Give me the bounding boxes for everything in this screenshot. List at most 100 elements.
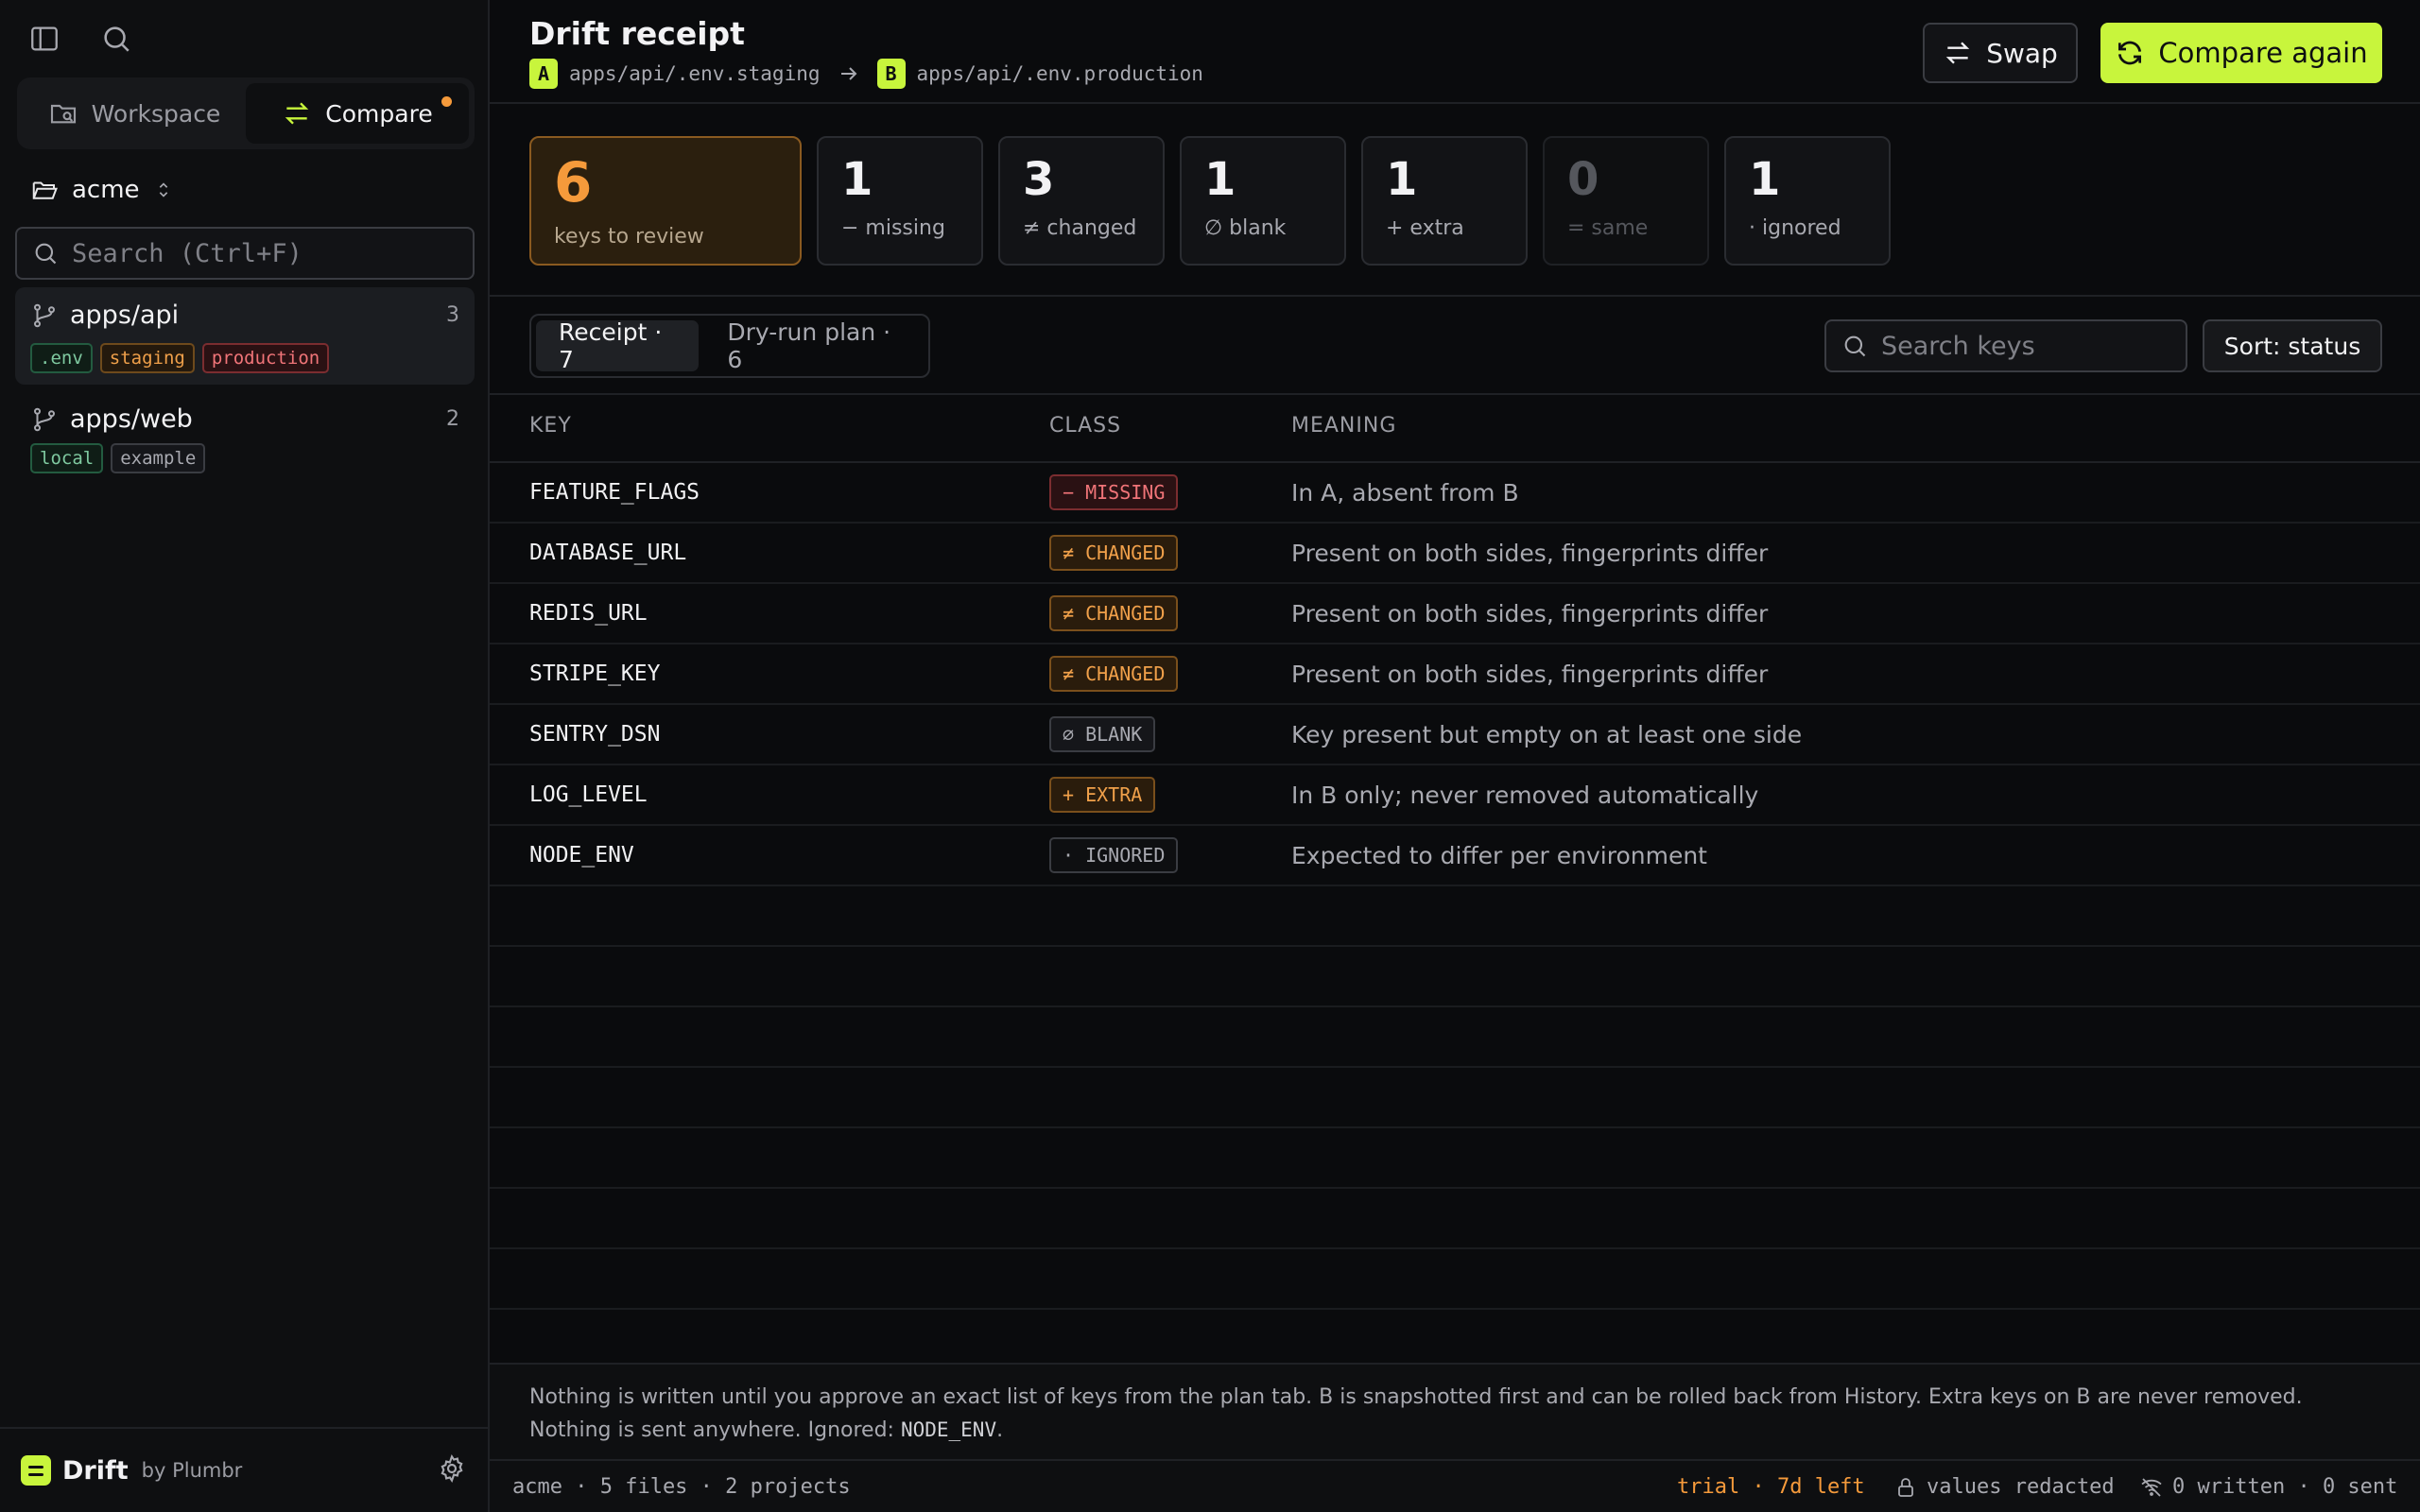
search-icon	[35, 243, 57, 265]
search-icon[interactable]	[100, 23, 132, 55]
key-search-input[interactable]: Search keys	[1824, 319, 2187, 372]
stat-changed[interactable]: 3 ≠ changed	[998, 136, 1165, 266]
search-icon	[1844, 335, 1866, 357]
stat-label: ≠ changed	[1023, 215, 1137, 240]
row-key: STRIPE_KEY	[529, 662, 661, 686]
workspace-name: acme	[72, 176, 140, 204]
network-label: 0 written · 0 sent	[2172, 1475, 2398, 1499]
table-row[interactable]: STRIPE_KEY ≠ CHANGED Present on both sid…	[490, 644, 2420, 705]
notification-dot	[441, 96, 452, 107]
sidebar-search-placeholder: Search (Ctrl+F)	[72, 238, 302, 268]
table-row[interactable]: LOG_LEVEL + EXTRA In B only; never remov…	[490, 765, 2420, 826]
table-header: KEY CLASS MEANING	[490, 395, 2420, 463]
swap-arrows-icon	[1945, 42, 1970, 64]
stat-blank[interactable]: 1 ∅ blank	[1180, 136, 1346, 266]
main-panel: Drift receipt A apps/api/.env.staging B …	[490, 0, 2420, 1512]
table-row[interactable]: FEATURE_FLAGS − MISSING In A, absent fro…	[490, 463, 2420, 524]
table-row[interactable]: DATABASE_URL ≠ CHANGED Present on both s…	[490, 524, 2420, 584]
empty-row	[490, 1189, 2420, 1249]
tab-compare[interactable]: Compare	[246, 83, 469, 144]
stat-same[interactable]: 0 = same	[1543, 136, 1709, 266]
swap-button[interactable]: Swap	[1923, 23, 2078, 83]
class-badge: ∅ BLANK	[1049, 716, 1156, 752]
mode-switcher: Workspace Compare	[17, 77, 475, 149]
project-name: apps/web	[70, 404, 193, 434]
project-item-apps-api[interactable]: apps/api 3 .env staging production	[15, 287, 475, 385]
class-badge: − MISSING	[1049, 474, 1179, 510]
tab-receipt[interactable]: Receipt · 7	[536, 318, 700, 373]
sort-button[interactable]: Sort: status	[2203, 319, 2382, 372]
network-status: 0 written · 0 sent	[2140, 1475, 2397, 1499]
stat-ignored[interactable]: 1 · ignored	[1724, 136, 1891, 266]
stat-value: 3	[1023, 153, 1055, 206]
notice-line-2-end: .	[996, 1418, 1004, 1442]
row-key: FEATURE_FLAGS	[529, 480, 700, 505]
sidebar-footer: Drift by Plumbr	[0, 1427, 488, 1512]
table-row[interactable]: SENTRY_DSN ∅ BLANK Key present but empty…	[490, 705, 2420, 765]
tab-dry-run-plan[interactable]: Dry-run plan · 6	[704, 318, 924, 373]
column-header-class[interactable]: CLASS	[1049, 414, 1121, 438]
wifi-off-icon	[2141, 1477, 2162, 1497]
empty-row	[490, 886, 2420, 947]
sidebar-toggle-icon[interactable]	[28, 23, 60, 55]
row-meaning: In B only; never removed automatically	[1291, 782, 1759, 809]
trial-status[interactable]: trial · 7d left	[1677, 1475, 1865, 1499]
empty-row	[490, 1249, 2420, 1310]
row-meaning: Key present but empty on at least one si…	[1291, 721, 1803, 748]
stat-label: = same	[1567, 215, 1649, 240]
sidebar: Workspace Compare acme Search (Ctrl+F) a…	[0, 0, 490, 1512]
table-row[interactable]: REDIS_URL ≠ CHANGED Present on both side…	[490, 584, 2420, 644]
compare-breadcrumb: A apps/api/.env.staging B apps/api/.env.…	[529, 59, 1203, 89]
summary-stats: 6 keys to review 1 − missing 3 ≠ changed…	[529, 136, 1891, 266]
row-key: SENTRY_DSN	[529, 722, 661, 747]
view-tabs: Receipt · 7 Dry-run plan · 6	[529, 314, 930, 378]
stat-keys-to-review[interactable]: 6 keys to review	[529, 136, 802, 266]
class-badge: ≠ CHANGED	[1049, 595, 1179, 631]
sidebar-search-input[interactable]: Search (Ctrl+F)	[15, 227, 475, 280]
file-chip[interactable]: local	[30, 443, 104, 473]
empty-row	[490, 947, 2420, 1007]
swap-button-label: Swap	[1986, 37, 2058, 69]
stat-label: − missing	[841, 215, 945, 240]
side-a-path: apps/api/.env.staging	[569, 62, 821, 85]
project-count: 2	[446, 407, 459, 431]
gear-icon[interactable]	[437, 1453, 467, 1487]
row-key: DATABASE_URL	[529, 541, 687, 565]
stat-label: ∅ blank	[1204, 215, 1287, 240]
project-item-apps-web[interactable]: apps/web 2 local example	[15, 391, 475, 485]
status-summary: acme · 5 files · 2 projects	[512, 1475, 851, 1499]
class-badge: + EXTRA	[1049, 777, 1156, 813]
project-count: 3	[446, 303, 459, 327]
column-header-key[interactable]: KEY	[529, 414, 572, 438]
column-header-meaning[interactable]: MEANING	[1291, 414, 1396, 438]
row-meaning: In A, absent from B	[1291, 479, 1519, 507]
stat-missing[interactable]: 1 − missing	[817, 136, 983, 266]
notice-line-1: Nothing is written until you approve an …	[529, 1385, 2303, 1409]
stat-value: 1	[1386, 153, 1418, 206]
stat-value: 0	[1567, 153, 1599, 206]
class-badge: ≠ CHANGED	[1049, 535, 1179, 571]
stat-extra[interactable]: 1 + extra	[1361, 136, 1528, 266]
file-chip[interactable]: staging	[99, 343, 195, 373]
drift-logo-icon	[21, 1455, 51, 1486]
table-row[interactable]: NODE_ENV · IGNORED Expected to differ pe…	[490, 826, 2420, 886]
compare-again-button[interactable]: Compare again	[2100, 23, 2382, 83]
file-chip[interactable]: production	[201, 343, 330, 373]
status-bar: acme · 5 files · 2 projects trial · 7d l…	[490, 1459, 2420, 1512]
git-branch-icon	[34, 407, 55, 431]
stat-value: 1	[841, 153, 873, 206]
brand-by: by Plumbr	[141, 1459, 243, 1482]
file-chip[interactable]: .env	[30, 343, 93, 373]
row-key: REDIS_URL	[529, 601, 648, 626]
row-meaning: Expected to differ per environment	[1291, 842, 1707, 869]
file-chip[interactable]: example	[111, 443, 206, 473]
workspace-selector[interactable]: acme	[30, 176, 174, 204]
arrow-right-icon	[840, 67, 856, 80]
tab-workspace[interactable]: Workspace	[23, 83, 246, 144]
stat-label: · ignored	[1749, 215, 1841, 240]
git-branch-icon	[34, 303, 55, 327]
row-key: LOG_LEVEL	[529, 782, 648, 807]
page-header: Drift receipt A apps/api/.env.staging B …	[490, 0, 2420, 104]
row-meaning: Present on both sides, fingerprints diff…	[1291, 540, 1769, 567]
brand-name: Drift	[62, 1455, 129, 1486]
